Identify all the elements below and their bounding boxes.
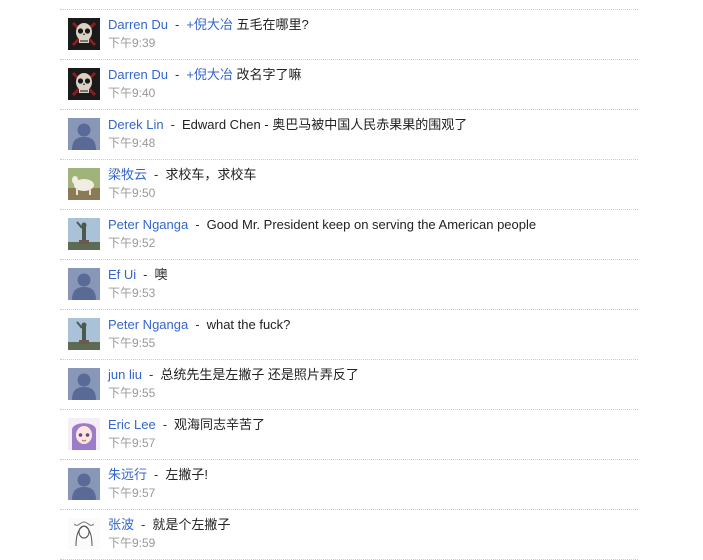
mention: +倪大冶 (186, 67, 236, 82)
mention-link[interactable]: 倪大冶 (194, 17, 233, 32)
comment-line: Ef Ui - 噢 (108, 267, 168, 283)
comment-row: Derek Lin - Edward Chen - 奥巴马被中国人民赤果果的围观了 … (60, 110, 638, 160)
separator: - (141, 517, 146, 532)
comment-row: Peter Nganga - Good Mr. President keep on … (60, 210, 638, 260)
author-link[interactable]: Darren Du (108, 67, 168, 82)
author-link[interactable]: jun liu (108, 367, 142, 382)
comment-timestamp[interactable]: 下午9:40 (108, 85, 155, 101)
comment-text: 求校车，求校车 (165, 167, 257, 182)
separator: - (174, 17, 180, 32)
comment-line: jun liu - 总统先生是左撇子 还是照片弄反了 (108, 367, 359, 383)
comment-line: Darren Du - +倪大冶 五毛在哪里? (108, 17, 309, 33)
author-link[interactable]: Eric Lee (108, 417, 156, 432)
anime-avatar-icon (68, 418, 100, 450)
user-avatar[interactable] (68, 318, 100, 350)
comment-text: 就是个左撇子 (152, 517, 231, 532)
comment-row: 朱远行 - 左撇子! 下午9:57 (60, 460, 638, 510)
comment-text: Edward Chen - 奥巴马被中国人民赤果果的围观了 (181, 117, 468, 132)
comment-text: 总统先生是左撇子 还是照片弄反了 (160, 367, 359, 382)
skull-avatar-icon (68, 68, 100, 100)
comment-timestamp[interactable]: 下午9:55 (108, 335, 155, 351)
comment-line: 朱远行 - 左撇子! (108, 467, 208, 483)
comment-timestamp[interactable]: 下午9:55 (108, 385, 155, 401)
comment-timestamp[interactable]: 下午9:53 (108, 285, 155, 301)
mention: +倪大冶 (186, 17, 236, 32)
author-link[interactable]: 张波 (108, 517, 134, 532)
separator: - (154, 167, 159, 182)
comment-text: Good Mr. President keep on serving the A… (206, 217, 537, 232)
user-avatar[interactable] (68, 68, 100, 100)
author-link[interactable]: 梁牧云 (108, 167, 147, 182)
goat-avatar-icon (68, 168, 100, 200)
separator: - (148, 367, 154, 382)
author-link[interactable]: 朱远行 (108, 467, 147, 482)
comment-row: Darren Du - +倪大冶 改名字了嘛 下午9:40 (60, 60, 638, 110)
author-link[interactable]: Ef Ui (108, 267, 136, 282)
separator: - (195, 317, 200, 332)
author-link[interactable]: Peter Nganga (108, 217, 188, 232)
user-avatar[interactable] (68, 518, 100, 550)
comment-timestamp[interactable]: 下午9:52 (108, 235, 155, 251)
separator: - (162, 417, 168, 432)
user-avatar[interactable] (68, 118, 100, 150)
author-link[interactable]: Darren Du (108, 17, 168, 32)
comment-text: 噢 (154, 267, 168, 282)
user-avatar[interactable] (68, 368, 100, 400)
sketch-avatar-icon (68, 518, 100, 550)
comment-text: 五毛在哪里? (236, 17, 309, 32)
comment-row: 张波 - 就是个左撇子 下午9:59 (60, 510, 638, 560)
mention-link[interactable]: 倪大冶 (194, 67, 233, 82)
default-avatar-icon (68, 468, 100, 500)
comment-line: Peter Nganga - what the fuck? (108, 317, 290, 333)
default-avatar-icon (68, 268, 100, 300)
statue-avatar-icon (68, 318, 100, 350)
author-link[interactable]: Peter Nganga (108, 317, 188, 332)
comment-row: jun liu - 总统先生是左撇子 还是照片弄反了 下午9:55 (60, 360, 638, 410)
comment-line: Derek Lin - Edward Chen - 奥巴马被中国人民赤果果的围观了 (108, 117, 467, 133)
comment-timestamp[interactable]: 下午9:48 (108, 135, 155, 151)
comment-text: 观海同志辛苦了 (174, 417, 266, 432)
mention-plus-icon: + (186, 67, 194, 82)
mention-plus-icon: + (186, 17, 194, 32)
statue-avatar-icon (68, 218, 100, 250)
separator: - (174, 67, 180, 82)
user-avatar[interactable] (68, 218, 100, 250)
comment-line: 张波 - 就是个左撇子 (108, 517, 230, 533)
comment-timestamp[interactable]: 下午9:57 (108, 485, 155, 501)
comment-timestamp[interactable]: 下午9:39 (108, 35, 155, 51)
comment-text: what the fuck? (206, 317, 291, 332)
author-link[interactable]: Derek Lin (108, 117, 164, 132)
default-avatar-icon (68, 368, 100, 400)
comment-timestamp[interactable]: 下午9:50 (108, 185, 155, 201)
user-avatar[interactable] (68, 168, 100, 200)
comment-row: Eric Lee - 观海同志辛苦了 下午9:57 (60, 410, 638, 460)
comment-row: Ef Ui - 噢 下午9:53 (60, 260, 638, 310)
user-avatar[interactable] (68, 418, 100, 450)
user-avatar[interactable] (68, 468, 100, 500)
comment-row: Peter Nganga - what the fuck? 下午9:55 (60, 310, 638, 360)
separator: - (195, 217, 200, 232)
comment-line: Darren Du - +倪大冶 改名字了嘛 (108, 67, 302, 83)
comment-text: 改名字了嘛 (236, 67, 302, 82)
separator: - (154, 467, 159, 482)
comment-timestamp[interactable]: 下午9:59 (108, 535, 155, 551)
comment-list: Darren Du - +倪大冶 五毛在哪里? 下午9:39 Darren Du - +… (60, 9, 638, 560)
user-avatar[interactable] (68, 18, 100, 50)
comment-timestamp[interactable]: 下午9:57 (108, 435, 155, 451)
separator: - (170, 117, 175, 132)
comment-text: 左撇子! (165, 467, 208, 482)
separator: - (143, 267, 148, 282)
comment-row: Darren Du - +倪大冶 五毛在哪里? 下午9:39 (60, 10, 638, 60)
comment-line: Peter Nganga - Good Mr. President keep on … (108, 217, 536, 233)
comment-line: Eric Lee - 观海同志辛苦了 (108, 417, 265, 433)
skull-avatar-icon (68, 18, 100, 50)
default-avatar-icon (68, 118, 100, 150)
comment-line: 梁牧云 - 求校车，求校车 (108, 167, 256, 183)
comment-row: 梁牧云 - 求校车，求校车 下午9:50 (60, 160, 638, 210)
user-avatar[interactable] (68, 268, 100, 300)
